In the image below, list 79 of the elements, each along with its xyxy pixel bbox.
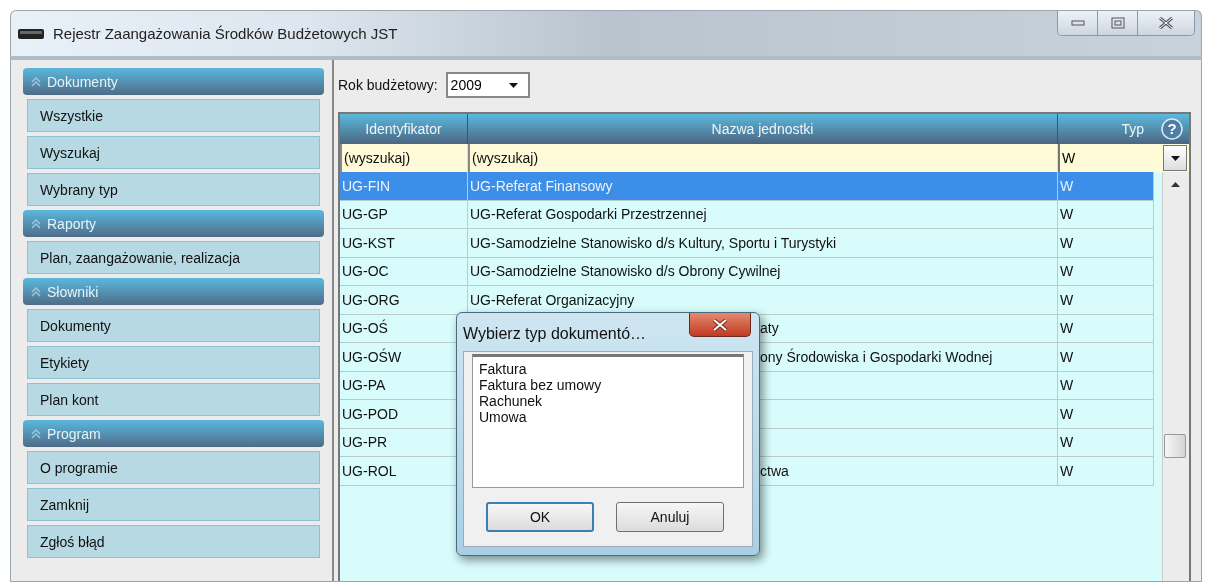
close-button[interactable]: [1138, 11, 1194, 35]
table-cell: UG-GP: [342, 206, 388, 223]
minimize-button[interactable]: [1058, 11, 1098, 35]
table-row[interactable]: UG-OC UG-Samodzielne Stanowisko d/s Obrony Cywilnej W: [340, 257, 1154, 286]
table-cell: ctwa: [760, 462, 789, 479]
section-title: Program: [47, 425, 101, 442]
table-cell: W: [1060, 177, 1074, 194]
table-cell: W: [1060, 291, 1074, 308]
sidebar-item[interactable]: Zgłoś błąd: [27, 525, 320, 558]
sidebar-item[interactable]: Wybrany typ: [27, 173, 320, 206]
year-dropdown[interactable]: 2009: [445, 72, 530, 98]
table-cell: UG-ROL: [342, 462, 397, 479]
table-cell: UG-PR: [342, 434, 388, 451]
dropdown-arrow-icon: [1170, 155, 1180, 161]
scroll-thumb[interactable]: [1164, 434, 1186, 458]
table-cell: ony Środowiska i Gospodarki Wodnej: [760, 348, 993, 365]
sidebar-item[interactable]: Plan kont: [27, 383, 320, 416]
dropdown-arrow-icon: [508, 82, 518, 88]
sidebar-item[interactable]: Zamknij: [27, 488, 320, 521]
table-cell: UG-Referat Gospodarki Przestrzennej: [470, 206, 707, 223]
list-item[interactable]: Umowa: [479, 409, 737, 425]
minimize-icon: [1070, 19, 1085, 27]
table-cell: UG-PA: [342, 377, 386, 394]
app-icon: [17, 27, 45, 40]
section-title: Słowniki: [47, 283, 99, 300]
close-icon: [1158, 16, 1174, 30]
table-cell: UG-OC: [342, 263, 389, 280]
close-button[interactable]: [689, 313, 751, 337]
table-cell: UG-Referat Finansowy: [470, 177, 613, 194]
window-title: Rejestr Zaangażowania Środków Budżetowych JST: [53, 25, 398, 42]
dialog-title: Wybierz typ dokumentó…: [463, 325, 647, 343]
table-cell: W: [1060, 377, 1074, 394]
table-row[interactable]: UG-GP UG-Referat Gospodarki Przestrzennej W: [340, 200, 1154, 229]
sidebar-item[interactable]: Wszystkie: [27, 99, 320, 132]
table-cell: UG-ORG: [342, 291, 400, 308]
list-item[interactable]: Rachunek: [479, 393, 737, 409]
table-cell: UG-FIN: [342, 177, 391, 194]
close-icon: [712, 318, 728, 331]
table-cell: W: [1060, 263, 1074, 280]
chevron-up-icon: [31, 218, 41, 229]
list-item[interactable]: Faktura: [479, 361, 737, 377]
sidebar-item[interactable]: Dokumenty: [27, 309, 320, 342]
table-cell: UG-OŚW: [342, 348, 402, 365]
sidebar-item[interactable]: O programie: [27, 451, 320, 484]
sidebar-item[interactable]: Plan, zaangażowanie, realizacja: [27, 241, 320, 274]
filter-field[interactable]: (wyszukaj): [468, 144, 1058, 172]
chevron-up-icon: [31, 76, 41, 87]
table-cell: W: [1060, 206, 1074, 223]
sidebar-item[interactable]: Etykiety: [27, 346, 320, 379]
chevron-up-icon: [31, 428, 41, 439]
dialog-button[interactable]: Anuluj: [616, 502, 724, 532]
scroll-up-icon: [1171, 182, 1180, 187]
table-cell: UG-Samodzielne Stanowisko d/s Kultury, Sportu i Turystyki: [470, 234, 837, 251]
maximize-icon: [1110, 17, 1125, 29]
table-cell: UG-OŚ: [342, 320, 388, 337]
table-cell: UG-Referat Organizacyjny: [470, 291, 635, 308]
table-row[interactable]: UG-KST UG-Samodzielne Stanowisko d/s Kultury, Sportu i Turystyki W: [340, 229, 1154, 258]
table-cell: W: [1060, 405, 1074, 422]
sidebar-item[interactable]: Wyszukaj: [27, 136, 320, 169]
type-filter-dropdown[interactable]: W: [1058, 144, 1189, 172]
table-cell: UG-KST: [342, 234, 395, 251]
table-cell: UG-Samodzielne Stanowisko d/s Obrony Cywilnej: [470, 263, 781, 280]
table-cell: UG-POD: [342, 405, 398, 422]
help-icon[interactable]: ?: [1160, 118, 1183, 140]
table-cell: W: [1060, 434, 1074, 451]
maximize-button[interactable]: [1098, 11, 1138, 35]
table-cell: W: [1060, 348, 1074, 365]
year-label: Rok budżetowy:: [338, 77, 438, 93]
table-cell: aty: [760, 320, 779, 337]
table-cell: W: [1060, 462, 1074, 479]
section-title: Raporty: [47, 215, 97, 232]
list-item[interactable]: Faktura bez umowy: [479, 377, 737, 393]
table-cell: W: [1060, 320, 1074, 337]
scrollbar[interactable]: [1162, 172, 1189, 581]
filter-field[interactable]: (wyszukaj): [340, 144, 468, 172]
table-cell: W: [1060, 234, 1074, 251]
section-title: Dokumenty: [47, 73, 118, 90]
chevron-up-icon: [31, 286, 41, 297]
dialog-button[interactable]: OK: [486, 502, 594, 532]
